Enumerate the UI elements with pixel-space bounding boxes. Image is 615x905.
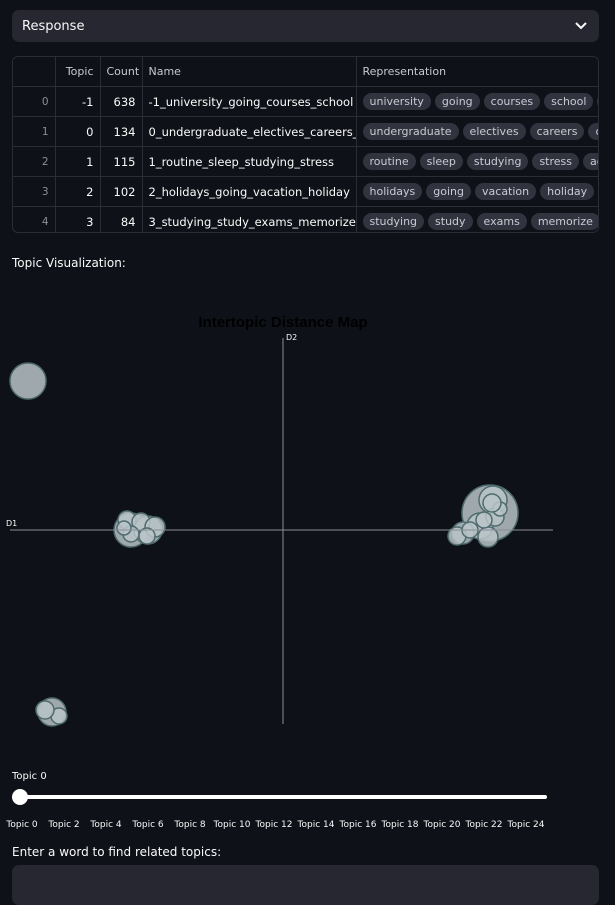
chevron-down-icon xyxy=(573,18,589,34)
keyword-tag: careers xyxy=(529,123,585,140)
count-cell: 84 xyxy=(100,206,143,232)
response-select[interactable]: Response xyxy=(12,10,599,42)
count-cell: 638 xyxy=(100,86,143,117)
name-cell: 0_undergraduate_electives_careers_colleg xyxy=(142,116,357,147)
representation-cell: undergraduateelectivescareerscollege xyxy=(356,116,598,147)
slider-tick-label: Topic 22 xyxy=(465,820,503,830)
topic-bubble[interactable] xyxy=(482,493,502,513)
table-row[interactable]: 3 2 102 2_holidays_going_vacation_holiday ho… xyxy=(13,176,599,207)
d1-axis-label: D1 xyxy=(6,519,17,528)
keyword-tag: going xyxy=(434,93,480,110)
keyword-tag: holidays xyxy=(362,183,423,200)
slider-tick-label: Topic 16 xyxy=(339,820,377,830)
slider-tick-label: Topic 2 xyxy=(48,820,80,830)
search-input[interactable] xyxy=(12,865,599,905)
row-index: 0 xyxy=(13,86,56,117)
column-header-index xyxy=(13,57,56,87)
slider-tick-label: Topic 10 xyxy=(213,820,251,830)
topic-cell: 0 xyxy=(55,116,101,147)
keyword-tag: undergraduate xyxy=(362,123,459,140)
topic-slider-track[interactable] xyxy=(20,795,547,799)
count-cell: 115 xyxy=(100,146,143,177)
slider-tick-label: Topic 4 xyxy=(90,820,122,830)
name-cell: -1_university_going_courses_school xyxy=(142,86,357,117)
representation-cell: holidaysgoingvacationholidaybrea xyxy=(356,176,599,207)
keyword-tag: exams xyxy=(476,213,527,230)
slider-label: Topic 0 xyxy=(12,771,47,782)
d2-axis-label: D2 xyxy=(286,333,297,342)
topic-cell: 2 xyxy=(55,176,101,207)
keyword-tag: brea xyxy=(598,183,599,200)
keyword-tag: vacation xyxy=(475,183,537,200)
keyword-tag: mov xyxy=(597,93,598,110)
slider-tick-label: Topic 6 xyxy=(132,820,164,830)
keyword-tag: school xyxy=(544,93,594,110)
slider-tick-label: Topic 20 xyxy=(423,820,461,830)
name-cell: 3_studying_study_exams_memorize xyxy=(142,206,357,232)
row-index: 2 xyxy=(13,146,56,177)
keyword-tag: stress xyxy=(532,153,579,170)
slider-tick-label: Topic 14 xyxy=(297,820,335,830)
topic-bubble[interactable] xyxy=(9,362,47,400)
column-header-count[interactable]: Count xyxy=(100,57,143,87)
name-cell: 2_holidays_going_vacation_holiday xyxy=(142,176,357,207)
representation-cell: studyingstudyexamsmemorizeme xyxy=(356,206,598,232)
table-row[interactable]: 0 -1 638 -1_university_going_courses_school… xyxy=(13,86,598,117)
response-select-value: Response xyxy=(22,18,85,34)
keyword-tag: studying xyxy=(466,153,529,170)
keyword-tag: going xyxy=(426,183,472,200)
intertopic-distance-map[interactable]: Intertopic Distance Map D2 D1 xyxy=(0,290,615,740)
row-index: 3 xyxy=(13,176,56,207)
keyword-tag: electives xyxy=(462,123,526,140)
topic-visualization-label: Topic Visualization: xyxy=(12,256,126,270)
slider-tick-label: Topic 8 xyxy=(174,820,206,830)
row-index: 4 xyxy=(13,206,56,232)
keyword-tag: study xyxy=(428,213,473,230)
topic-slider-handle[interactable] xyxy=(12,789,28,805)
keyword-tag: activiti xyxy=(583,153,598,170)
slider-tick-label: Topic 0 xyxy=(6,820,38,830)
slider-tick-label: Topic 24 xyxy=(507,820,545,830)
slider-tick-label: Topic 12 xyxy=(255,820,293,830)
table-row[interactable]: 101340_undergraduate_electives_careers_c… xyxy=(13,116,598,147)
keyword-tag: university xyxy=(362,93,431,110)
table-header-row: Topic Count Name Representation xyxy=(13,57,598,87)
topics-table[interactable]: Topic Count Name Representation 0 -1 638 -1… xyxy=(12,56,599,233)
row-index: 1 xyxy=(13,116,56,147)
keyword-tag: studying xyxy=(362,213,425,230)
topic-bubble[interactable] xyxy=(35,700,55,720)
count-cell: 102 xyxy=(100,176,143,207)
column-header-topic[interactable]: Topic xyxy=(55,57,101,87)
slider-tick-label: Topic 18 xyxy=(381,820,419,830)
search-label: Enter a word to find related topics: xyxy=(12,845,222,859)
representation-cell: routinesleepstudyingstress activiti xyxy=(356,146,598,177)
topic-bubble[interactable] xyxy=(116,520,132,536)
keyword-tag: routine xyxy=(362,153,416,170)
topic-bubble[interactable] xyxy=(475,511,493,529)
topic-cell: 1 xyxy=(55,146,101,177)
column-header-name[interactable]: Name xyxy=(142,57,357,87)
keyword-tag: courses xyxy=(483,93,541,110)
keyword-tag: memorize xyxy=(530,213,598,230)
chart-title: Intertopic Distance Map xyxy=(198,314,367,331)
representation-cell: universitygoingcoursesschoolmov xyxy=(356,86,598,117)
topic-cell: -1 xyxy=(55,86,101,117)
column-header-representation[interactable]: Representation xyxy=(356,57,598,87)
topic-cell: 3 xyxy=(55,206,101,232)
table-row[interactable]: 4 3 84 3_studying_study_exams_memorize study… xyxy=(13,206,598,232)
table-row[interactable]: 2 1 115 1_routine_sleep_studying_stress rout… xyxy=(13,146,598,177)
keyword-tag: sleep xyxy=(419,153,463,170)
count-cell: 134 xyxy=(100,116,143,147)
slider-ticks: Topic 0 Topic 2 Topic 4 Topic 6 Topic 8 Topic… xyxy=(0,820,615,834)
keyword-tag: holiday xyxy=(540,183,595,200)
name-cell: 1_routine_sleep_studying_stress xyxy=(142,146,357,177)
keyword-tag: college xyxy=(588,123,598,140)
